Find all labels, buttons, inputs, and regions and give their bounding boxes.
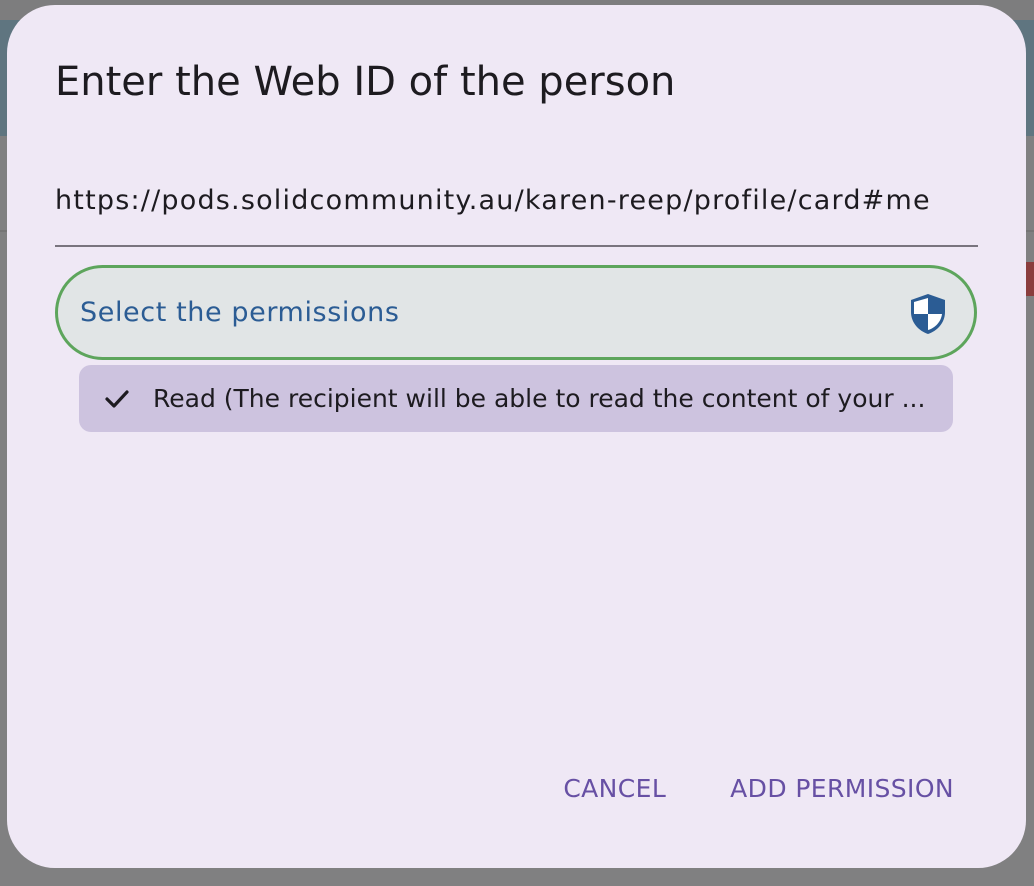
selected-permission-read[interactable]: Read (The recipient will be able to read… bbox=[79, 365, 953, 432]
dialog-title: Enter the Web ID of the person bbox=[55, 59, 676, 105]
check-icon bbox=[105, 390, 129, 408]
permission-option-label: Read (The recipient will be able to read… bbox=[153, 384, 926, 413]
permission-select-label: Select the permissions bbox=[80, 297, 400, 328]
add-permission-button[interactable]: ADD PERMISSION bbox=[730, 771, 954, 807]
dialog-actions: CANCEL ADD PERMISSION bbox=[563, 771, 954, 807]
webid-field[interactable] bbox=[55, 175, 978, 247]
shield-icon bbox=[911, 294, 945, 334]
webid-input[interactable] bbox=[55, 181, 978, 221]
cancel-button[interactable]: CANCEL bbox=[563, 771, 666, 807]
permission-select[interactable]: Select the permissions bbox=[55, 265, 977, 360]
add-permission-dialog: Enter the Web ID of the person Select th… bbox=[7, 5, 1026, 868]
